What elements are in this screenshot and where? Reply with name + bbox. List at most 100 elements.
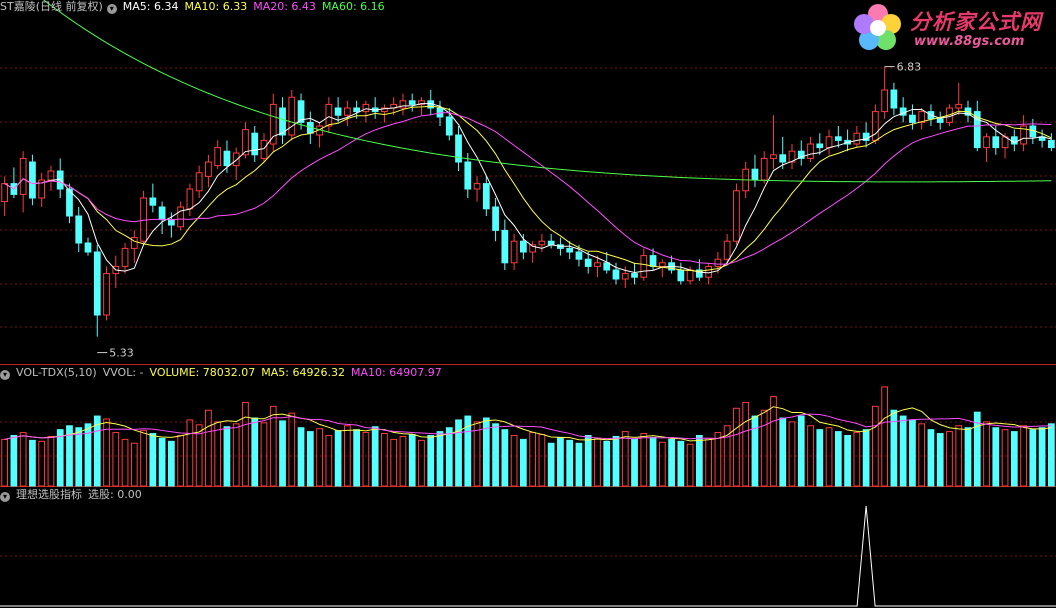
volume-bar <box>714 432 722 487</box>
candle-body <box>649 255 657 267</box>
volume-bar <box>121 438 129 487</box>
volume-bar <box>93 415 101 487</box>
volume-bar <box>177 434 185 487</box>
candle <box>408 93 416 112</box>
candle-body <box>621 273 629 280</box>
dropdown-circle-icon[interactable]: ▾ <box>0 370 10 380</box>
candle <box>890 82 898 116</box>
candle <box>705 262 713 285</box>
candle-body <box>890 89 898 109</box>
main-chart-header: ST嘉陵(日线 前复权) ▾ MA5: 6.34 MA10: 6.33 MA20: 6.… <box>0 0 391 14</box>
volume-bar <box>566 439 574 487</box>
candle-body <box>29 161 36 199</box>
candle <box>56 158 64 198</box>
candle <box>547 234 555 249</box>
candle <box>177 201 185 231</box>
candle <box>149 183 157 213</box>
volume-bar <box>167 440 175 487</box>
candle <box>316 122 323 148</box>
volume-bar <box>909 419 916 487</box>
candle-body <box>705 265 713 278</box>
volume-bar <box>547 442 555 487</box>
volume-bar <box>29 439 36 487</box>
candle-body <box>714 258 722 267</box>
site-logo: 分析家公式网 www.88gs.com <box>852 2 1052 54</box>
volume-bar <box>751 415 759 487</box>
candle-body <box>566 247 574 253</box>
dropdown-circle-icon[interactable]: ▾ <box>0 492 10 502</box>
candle <box>130 230 138 263</box>
candle-body <box>167 219 175 226</box>
volume-bar <box>770 396 777 487</box>
candle <box>381 104 388 123</box>
candle-body <box>677 269 685 282</box>
volume-bar <box>427 434 435 487</box>
candle <box>84 237 92 256</box>
candle-body <box>686 269 694 282</box>
candle <box>862 122 870 148</box>
candle-body <box>149 197 157 206</box>
candle-body <box>1047 139 1055 149</box>
candle-body <box>362 103 370 113</box>
candle <box>825 129 833 155</box>
candle <box>510 234 518 270</box>
volume-bar <box>1 438 9 487</box>
candle-body <box>103 273 110 316</box>
candle-body <box>408 100 416 105</box>
candle-body <box>594 262 601 267</box>
candle <box>788 144 796 170</box>
candle <box>631 262 638 285</box>
candle-body <box>807 143 814 159</box>
volume-bar <box>381 433 388 487</box>
candle-body <box>983 136 990 149</box>
volume-bar <box>399 435 407 487</box>
candle-body <box>482 183 490 210</box>
candle <box>371 97 379 119</box>
candle <box>418 97 425 116</box>
candle <box>955 82 963 116</box>
candle <box>260 133 268 162</box>
volume-bar <box>899 415 907 487</box>
candle <box>871 104 879 144</box>
ma20-value: MA20: 6.43 <box>253 0 316 13</box>
candle <box>121 243 129 274</box>
volume-bar <box>621 431 629 487</box>
vol-ma10-value: MA10: 64907.97 <box>350 366 442 379</box>
candle <box>214 140 222 170</box>
candle-body <box>871 111 879 141</box>
candle <box>853 126 861 148</box>
logo-url: www.88gs.com <box>914 34 1025 49</box>
candle-body <box>825 136 833 149</box>
candle <box>1 176 9 216</box>
candle-body <box>473 183 481 190</box>
volume-bar <box>362 432 370 487</box>
volume-bar <box>742 401 750 487</box>
signal-line <box>0 505 1056 607</box>
candle <box>455 126 462 171</box>
volume-bar <box>492 423 499 487</box>
volume-bar <box>242 401 249 487</box>
candle-body <box>733 190 740 242</box>
indicator-value: 选股: 0.00 <box>88 488 142 501</box>
candle <box>733 183 740 245</box>
candle <box>75 207 83 252</box>
volume-bar <box>130 442 138 487</box>
volume-bar <box>371 426 379 487</box>
candle-body <box>751 168 759 181</box>
candle <box>251 126 259 162</box>
candle <box>334 97 342 123</box>
candle-body <box>353 107 361 113</box>
volume-bar <box>927 429 935 487</box>
volume-panel-header: ▾ VOL-TDX(5,10) VVOL: - VOLUME: 78032.07 MA5… <box>0 366 448 380</box>
volume-bar <box>75 427 83 487</box>
candle-body <box>640 255 648 278</box>
dropdown-circle-icon[interactable]: ▾ <box>106 4 117 14</box>
candle-body <box>853 132 861 145</box>
volume-bar <box>47 435 55 487</box>
volume-bar <box>140 430 147 487</box>
volume-bar <box>334 430 342 487</box>
candle <box>140 190 147 245</box>
volume-bar <box>1029 429 1037 487</box>
candle-body <box>612 269 620 280</box>
volume-bar <box>1001 429 1009 487</box>
